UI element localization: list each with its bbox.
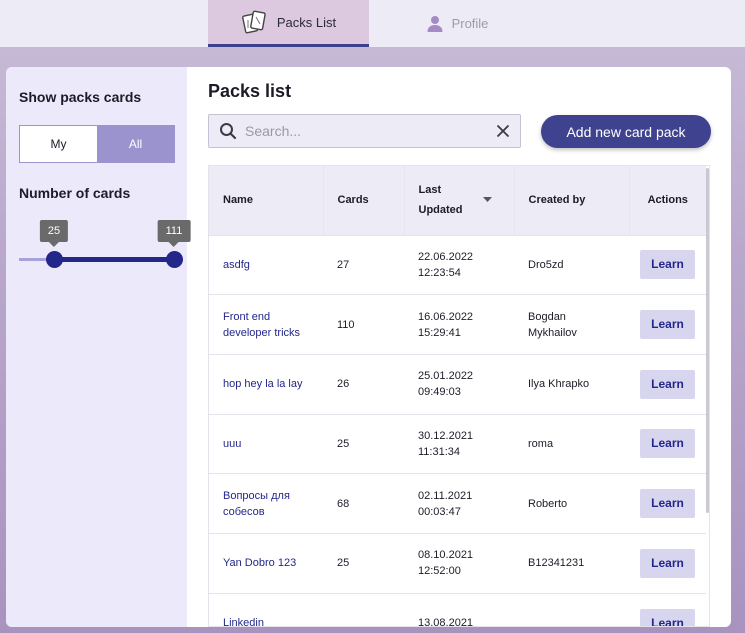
column-header-cards[interactable]: Cards <box>323 166 405 235</box>
pack-actions: Learn <box>629 592 706 626</box>
max-value-label: 111 <box>157 220 191 247</box>
toggle-all-button[interactable]: All <box>97 126 174 162</box>
cards-icon <box>241 10 269 34</box>
pack-cards-count: 26 <box>323 353 404 415</box>
search-box <box>208 114 521 148</box>
learn-button[interactable]: Learn <box>640 310 695 340</box>
table-row: hop hey la la lay 26 25.01.2022 09:49:03 Ily… <box>209 353 706 415</box>
column-header-actions: Actions <box>629 166 706 235</box>
cards-range-slider[interactable]: 25 111 <box>19 217 191 277</box>
pack-updated-date: 16.06.2022 <box>418 310 474 323</box>
user-icon <box>426 15 444 33</box>
pack-updated: 13.08.2021 <box>404 592 514 627</box>
pack-updated: 02.11.2021 00:03:47 <box>404 473 514 534</box>
learn-button[interactable]: Learn <box>640 369 695 399</box>
sort-down-icon[interactable] <box>482 197 492 203</box>
pack-cards-count: 68 <box>323 473 404 534</box>
pack-updated: 25.01.2022 09:49:03 <box>404 353 514 415</box>
table-row: Linkedin 13.08.2021 Learn <box>209 592 706 627</box>
search-icon <box>219 122 237 140</box>
column-header-name[interactable]: Name <box>209 166 324 235</box>
pack-cards-count: 27 <box>323 234 404 295</box>
pack-updated-time: 12:52:00 <box>418 565 461 578</box>
pack-updated-date: 13.08.2021 <box>418 617 474 627</box>
toggle-my-button[interactable]: My <box>20 126 97 162</box>
updated-header-label: Last Updated <box>418 184 463 217</box>
pack-created-by <box>514 592 629 626</box>
page-title: Packs list <box>208 81 292 101</box>
pack-created-by: Roberto <box>514 473 629 534</box>
tab-packs-list[interactable]: Packs List <box>208 0 369 47</box>
pack-created-by: roma <box>514 413 629 474</box>
learn-button[interactable]: Learn <box>640 429 695 459</box>
pack-actions: Learn <box>629 473 706 534</box>
table-row: Front end developer tricks 110 16.06.2022 1… <box>209 294 706 355</box>
pack-updated: 30.12.2021 11:31:34 <box>404 413 514 474</box>
number-of-cards-title: Number of cards <box>19 185 131 201</box>
pack-actions: Learn <box>629 234 706 295</box>
min-value-label: 25 <box>39 220 69 247</box>
show-packs-title: Show packs cards <box>19 89 142 105</box>
add-card-pack-button[interactable]: Add new card pack <box>541 115 711 148</box>
table-row: Вопросы для собесов 68 02.11.2021 00:03:47 R… <box>209 473 706 534</box>
learn-button[interactable]: Learn <box>640 608 695 626</box>
top-navigation: Packs List Profile <box>0 0 745 47</box>
pack-updated-date: 08.10.2021 <box>418 549 474 562</box>
pack-updated-date: 30.12.2021 <box>418 429 474 442</box>
tab-profile-label: Profile <box>451 16 489 31</box>
pack-updated: 16.06.2022 15:29:41 <box>404 294 514 355</box>
pack-name[interactable]: Вопросы для собесов <box>209 473 323 534</box>
tab-packs-list-label: Packs List <box>276 14 337 30</box>
pack-cards-count: 25 <box>323 413 404 474</box>
pack-created-by: Dro5zd <box>514 234 629 295</box>
pack-updated-time: 11:31:34 <box>418 445 461 458</box>
pack-cards-count: 25 <box>323 532 404 594</box>
pack-name[interactable]: hop hey la la lay <box>209 353 323 415</box>
pack-updated: 08.10.2021 12:52:00 <box>404 532 514 594</box>
pack-name[interactable]: uuu <box>209 413 323 474</box>
pack-created-by: Bogdan Mykhailov <box>514 294 629 355</box>
column-header-updated[interactable]: Last Updated <box>404 166 515 235</box>
pack-updated-time: 00:03:47 <box>418 505 461 518</box>
table-scrollbar[interactable] <box>706 168 709 513</box>
packs-table: Name Cards Last Updated Created by Actio… <box>208 165 710 627</box>
pack-updated-date: 02.11.2021 <box>418 489 473 502</box>
pack-updated: 22.06.2022 12:23:54 <box>404 234 514 295</box>
pack-actions: Learn <box>629 353 706 415</box>
table-row: uuu 25 30.12.2021 11:31:34 roma Learn <box>209 413 706 474</box>
tab-profile[interactable]: Profile <box>402 0 512 47</box>
filter-sidebar: Show packs cards My All Number of cards … <box>6 67 191 627</box>
pack-updated-date: 22.06.2022 <box>418 250 474 263</box>
learn-button[interactable]: Learn <box>640 548 695 578</box>
table-row: asdfg 27 22.06.2022 12:23:54 Dro5zd Learn <box>209 234 706 295</box>
pack-actions: Learn <box>629 294 706 355</box>
pack-name[interactable]: Yan Dobro 123 <box>209 532 323 594</box>
table-header-row: Name Cards Last Updated Created by Actio… <box>209 166 706 235</box>
max-slider-thumb[interactable] <box>166 251 183 268</box>
clear-icon[interactable] <box>496 124 510 138</box>
pack-actions: Learn <box>629 413 706 474</box>
table-row: Yan Dobro 123 25 08.10.2021 12:52:00 B123412… <box>209 532 706 594</box>
pack-actions: Learn <box>629 532 706 594</box>
pack-created-by: Ilya Khrapko <box>514 353 629 415</box>
pack-name[interactable]: asdfg <box>209 234 323 295</box>
column-header-created-by[interactable]: Created by <box>514 166 630 235</box>
pack-name[interactable]: Linkedin <box>209 592 323 626</box>
pack-updated-time: 09:49:03 <box>418 386 461 399</box>
pack-cards-count: 110 <box>323 294 404 355</box>
pack-created-by: B12341231 <box>514 532 629 594</box>
learn-button[interactable]: Learn <box>640 250 695 280</box>
search-input[interactable] <box>245 123 496 139</box>
main-card: Show packs cards My All Number of cards … <box>6 67 731 627</box>
pack-updated-date: 25.01.2022 <box>418 370 474 383</box>
learn-button[interactable]: Learn <box>640 489 695 519</box>
slider-track <box>54 257 174 262</box>
pack-updated-time: 15:29:41 <box>418 326 461 339</box>
pack-name[interactable]: Front end developer tricks <box>209 294 323 355</box>
my-all-toggle: My All <box>19 125 175 163</box>
min-slider-thumb[interactable] <box>46 251 63 268</box>
pack-updated-time: 12:23:54 <box>418 266 461 279</box>
pack-cards-count <box>323 592 404 626</box>
